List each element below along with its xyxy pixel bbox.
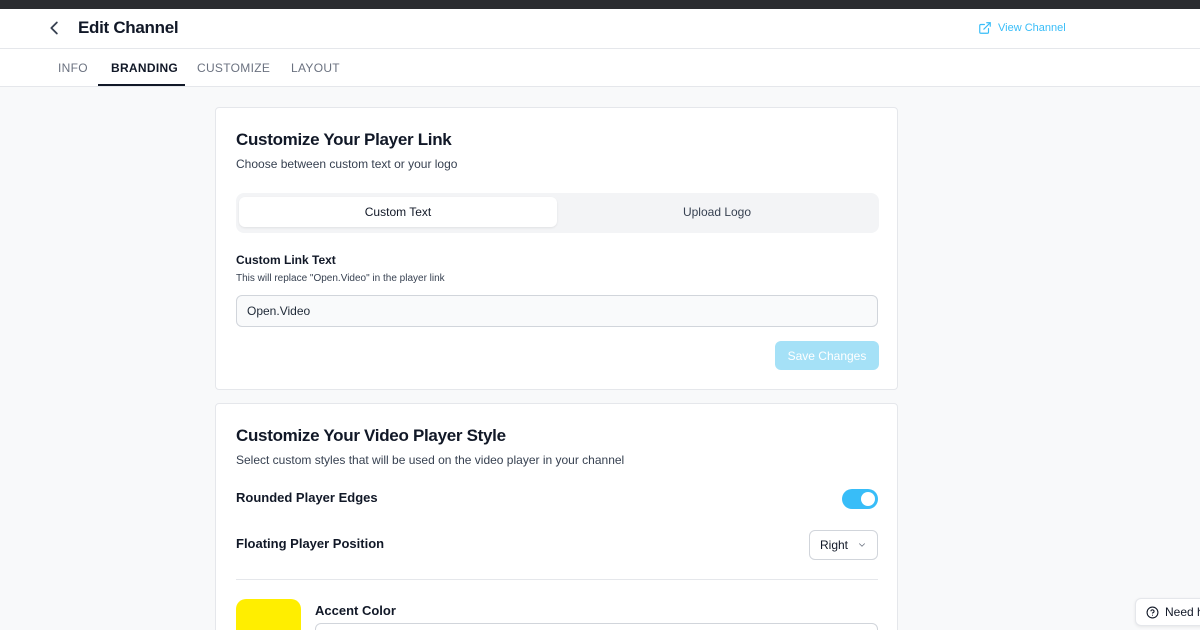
view-channel-label: View Channel bbox=[998, 22, 1066, 34]
floating-position-value: Right bbox=[820, 538, 849, 552]
tab-layout[interactable]: LAYOUT bbox=[291, 61, 340, 75]
need-help-button[interactable]: Need h bbox=[1135, 598, 1200, 626]
accent-color-label: Accent Color bbox=[315, 603, 396, 618]
player-style-title: Customize Your Video Player Style bbox=[236, 426, 506, 445]
help-circle-icon bbox=[1146, 606, 1159, 618]
toggle-knob bbox=[861, 492, 875, 506]
tab-customize[interactable]: CUSTOMIZE bbox=[197, 61, 270, 75]
save-changes-button[interactable]: Save Changes bbox=[775, 341, 879, 370]
floating-position-select[interactable]: Right bbox=[809, 530, 878, 560]
active-tab-indicator bbox=[98, 84, 185, 86]
tab-info[interactable]: INFO bbox=[58, 61, 88, 75]
player-style-subtitle: Select custom styles that will be used o… bbox=[236, 453, 625, 467]
need-help-label: Need h bbox=[1165, 605, 1200, 619]
player-link-card: Customize Your Player Link Choose betwee… bbox=[215, 107, 898, 390]
player-link-title: Customize Your Player Link bbox=[236, 130, 452, 149]
back-button[interactable] bbox=[44, 17, 66, 39]
external-link-icon bbox=[979, 22, 991, 34]
tab-bar: INFO BRANDING CUSTOMIZE LAYOUT bbox=[0, 49, 1200, 87]
chevron-left-icon bbox=[50, 21, 58, 35]
custom-link-text-input[interactable] bbox=[236, 295, 878, 327]
rounded-edges-toggle[interactable] bbox=[842, 489, 878, 509]
custom-link-text-label: Custom Link Text bbox=[236, 253, 336, 267]
tab-branding[interactable]: BRANDING bbox=[111, 61, 178, 75]
page-title: Edit Channel bbox=[78, 18, 179, 37]
window-top-strip bbox=[0, 0, 1200, 9]
view-channel-link[interactable]: View Channel bbox=[978, 21, 1066, 35]
upload-logo-option[interactable]: Upload Logo bbox=[558, 197, 876, 227]
player-link-subtitle: Choose between custom text or your logo bbox=[236, 157, 458, 171]
rounded-edges-label: Rounded Player Edges bbox=[236, 490, 378, 505]
accent-color-swatch[interactable] bbox=[236, 599, 301, 630]
custom-text-option[interactable]: Custom Text bbox=[239, 197, 557, 227]
page-header: Edit Channel View Channel bbox=[0, 9, 1200, 49]
section-divider bbox=[236, 579, 878, 580]
link-type-toggle: Custom Text Upload Logo bbox=[236, 193, 879, 233]
chevron-down-icon bbox=[859, 543, 865, 547]
player-style-card: Customize Your Video Player Style Select… bbox=[215, 403, 898, 630]
custom-link-text-help: This will replace "Open.Video" in the pl… bbox=[236, 273, 445, 284]
floating-position-label: Floating Player Position bbox=[236, 536, 385, 551]
accent-color-input[interactable] bbox=[315, 623, 878, 630]
